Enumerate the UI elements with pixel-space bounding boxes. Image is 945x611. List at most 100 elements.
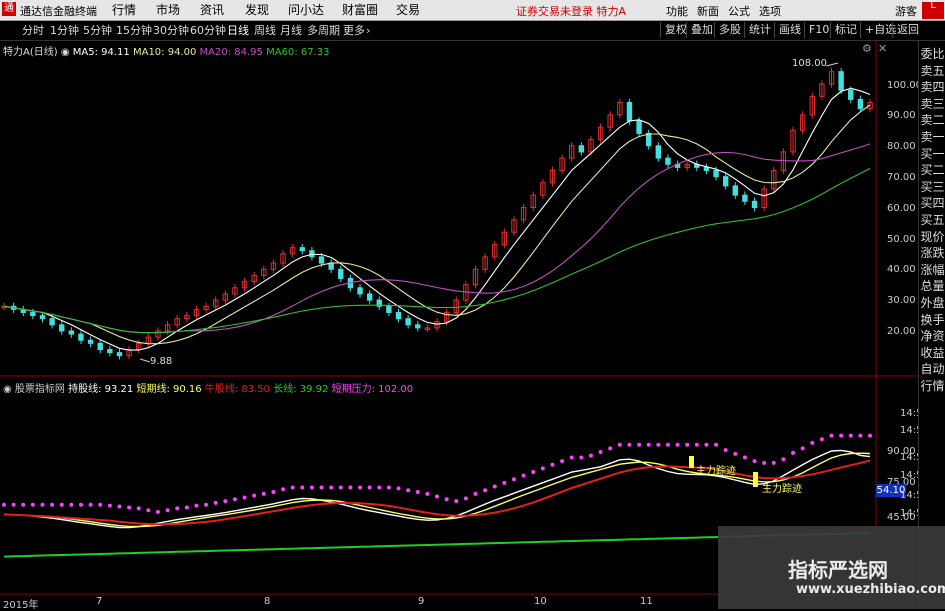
pressure-dot (319, 485, 324, 490)
pressure-dot (665, 442, 670, 447)
pressure-dot (617, 442, 622, 447)
pressure-dot (704, 442, 709, 447)
candle-body (626, 102, 633, 122)
pressure-dot (502, 480, 507, 485)
pressure-dot (723, 448, 728, 453)
candle-body (857, 98, 864, 110)
pressure-dot (800, 446, 805, 451)
pressure-dot (338, 485, 343, 490)
sidebar-item-13[interactable]: 涨幅 (919, 263, 945, 278)
pressure-dot (685, 442, 690, 447)
candlesticks (1, 67, 873, 360)
pressure-dot (11, 502, 16, 507)
sidebar-item-9[interactable]: 买四 (919, 196, 945, 211)
pressure-dot (819, 437, 824, 442)
pressure-dot (560, 459, 565, 464)
pressure-dot (300, 485, 305, 490)
sidebar-item-4[interactable]: 卖二 (919, 113, 945, 128)
price-tick: 100.00 (887, 80, 922, 91)
sidebar-item-5[interactable]: 卖一 (919, 130, 945, 145)
candle-body (328, 262, 334, 270)
sidebar-item-7[interactable]: 买二 (919, 163, 945, 178)
high-price-label: 108.00 (792, 58, 827, 69)
pressure-dot (127, 505, 132, 510)
candle-body (338, 268, 344, 280)
pressure-dot (627, 442, 632, 447)
quote-sidebar: 委比卖五 卖四卖三 卖二卖一买一 买二买三 买四买五现价 涨跌涨幅 总量外盘换手 净资收益 自动… (918, 41, 945, 609)
pressure-dot (762, 460, 767, 465)
sidebar-item-20[interactable]: 行情 (919, 379, 945, 394)
pressure-dot (194, 503, 199, 508)
sidebar-item-15[interactable]: 外盘 (919, 296, 945, 311)
pressure-dot (848, 433, 853, 438)
pressure-dot (752, 459, 757, 464)
pressure-dot (204, 502, 209, 507)
watermark-title: 指标严选网 (788, 558, 888, 582)
candle-body (318, 256, 325, 264)
pressure-dot (694, 442, 699, 447)
candle-body (578, 145, 585, 153)
sidebar-item-1[interactable]: 卖五 (919, 64, 945, 79)
pressure-dot (406, 488, 411, 493)
main-flow-marker-1 (689, 456, 694, 468)
pressure-dot (829, 433, 834, 438)
sidebar-item-11[interactable]: 现价 (919, 230, 945, 245)
candle-body (39, 315, 46, 320)
sidebar-item-6[interactable]: 买一 (919, 147, 945, 162)
pressure-dot (415, 490, 420, 495)
candle-body (742, 194, 748, 202)
candle-body (848, 89, 854, 100)
sidebar-item-3[interactable]: 卖三 (919, 97, 945, 112)
pressure-dot (733, 451, 738, 456)
pressure-dot (791, 450, 796, 455)
sidebar-item-17[interactable]: 净资 (919, 329, 945, 344)
pressure-dot (21, 502, 26, 507)
sidebar-item-12[interactable]: 涨跌 (919, 246, 945, 261)
ma5-line (3, 87, 871, 351)
candle-body (366, 293, 373, 301)
date-tick: 8 (264, 596, 271, 607)
sidebar-item-2[interactable]: 卖四 (919, 80, 945, 95)
pressure-dot (329, 485, 334, 490)
sidebar-item-16[interactable]: 换手 (919, 313, 945, 328)
sidebar-item-18[interactable]: 收益 (919, 346, 945, 361)
pressure-dot (98, 502, 103, 507)
pressure-dot (598, 449, 603, 454)
main-flow-label-1: 主力踪迹 (696, 466, 736, 477)
pressure-dot (348, 485, 353, 490)
pressure-dot (271, 490, 276, 495)
candle-body (405, 318, 411, 326)
pressure-dot (531, 470, 536, 475)
candle-body (713, 169, 719, 178)
pressure-dot (492, 484, 497, 489)
pressure-dot (107, 503, 112, 508)
date-tick: 7 (96, 596, 103, 607)
pressure-dot (184, 505, 189, 510)
sidebar-item-0[interactable]: 委比 (919, 47, 945, 62)
pressure-dot (540, 466, 545, 471)
pressure-dot (88, 502, 93, 507)
pressure-dot (569, 455, 574, 460)
candle-body (386, 305, 392, 313)
price-tick: 40.00 (887, 264, 916, 275)
pressure-dot (444, 497, 449, 502)
pressure-dot (40, 502, 45, 507)
watermark-url: www.xuezhibiao.com (796, 582, 945, 597)
pressure-dot (223, 499, 228, 504)
pressure-dot (146, 508, 151, 513)
sidebar-item-8[interactable]: 买三 (919, 180, 945, 195)
level2-badge[interactable]: L (922, 1, 944, 19)
candle-body (309, 250, 315, 258)
candle-body (722, 176, 729, 187)
pressure-dot (50, 502, 55, 507)
sidebar-item-10[interactable]: 买五 (919, 213, 945, 228)
pressure-dot (425, 491, 430, 496)
ma45-line (3, 168, 871, 334)
candle-body (732, 185, 738, 196)
kline-chart[interactable] (0, 0, 918, 609)
sidebar-item-14[interactable]: 总量 (919, 279, 945, 294)
pressure-dot (367, 485, 372, 490)
candle-body (87, 339, 94, 344)
sidebar-item-19[interactable]: 自动 (919, 362, 945, 377)
pressure-dot (868, 433, 872, 438)
